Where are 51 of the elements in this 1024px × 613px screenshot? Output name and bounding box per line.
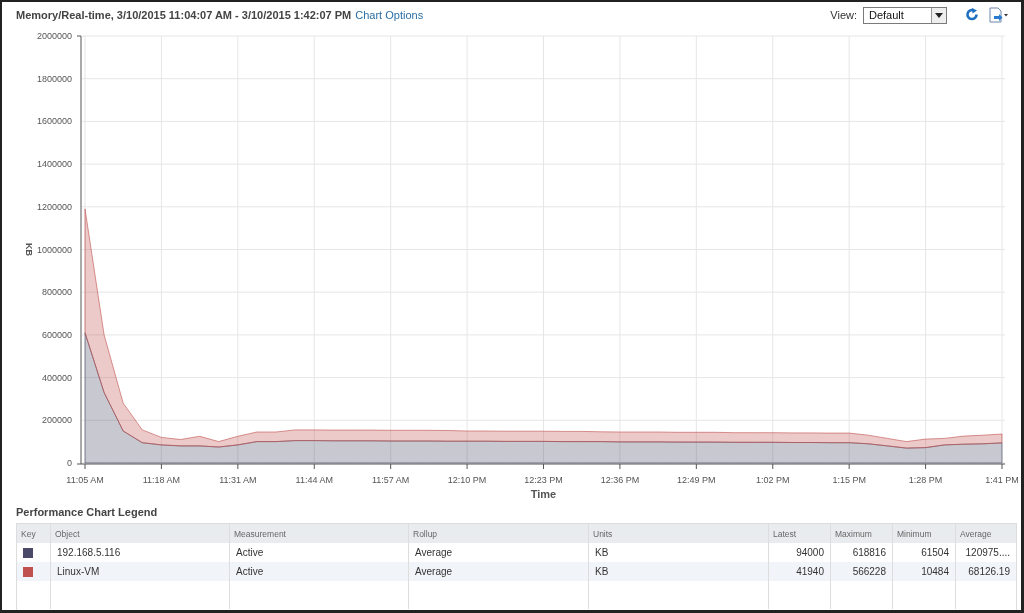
export-icon[interactable] <box>989 7 1009 23</box>
column-header: Key <box>20 527 37 541</box>
x-axis-title: Time <box>530 488 557 500</box>
y-tick-label: 2000000 <box>36 31 72 41</box>
x-tick-label: 1:02 PM <box>756 475 790 485</box>
refresh-icon[interactable] <box>965 8 979 22</box>
y-tick-label: 200000 <box>41 415 72 426</box>
y-tick-label: 600000 <box>41 329 72 340</box>
x-tick-label: 11:18 AM <box>142 475 181 485</box>
table-cell: Average <box>408 562 588 581</box>
y-tick-label: 400000 <box>41 372 72 383</box>
column-header: Latest <box>768 524 830 543</box>
x-tick-label: 12:49 PM <box>677 475 716 485</box>
x-tick-label: 11:44 AM <box>295 475 333 485</box>
column-header: Maximum <box>830 524 892 543</box>
x-tick-label: 11:31 AM <box>219 475 257 485</box>
caret-icon <box>935 12 943 18</box>
column-header: Object <box>50 524 229 543</box>
y-tick-label: 1400000 <box>36 159 72 170</box>
chart-title: Memory/Real-time, 3/10/2015 11:04:07 AM - 3/10/2015 1:42:07 PM <box>16 9 352 21</box>
table-cell: 41940 <box>768 562 830 581</box>
x-tick-label: 12:36 PM <box>600 475 640 485</box>
y-axis-title: KB <box>24 243 34 256</box>
view-dropdown[interactable]: Default <box>863 6 947 24</box>
column-header: Units <box>588 524 768 543</box>
chart-options-link[interactable]: Chart Options <box>355 9 424 21</box>
column-header: Rollup <box>408 524 588 543</box>
column-header: Minimum <box>892 524 955 543</box>
table-cell: Linux-VM <box>50 562 229 581</box>
column-header: Measurement <box>229 524 408 543</box>
y-tick-label: 1600000 <box>36 116 72 127</box>
x-tick-label: 1:15 PM <box>832 475 866 485</box>
table-cell: 68126.19 <box>955 562 1016 581</box>
legend-title: Performance Chart Legend <box>15 505 158 520</box>
view-label: View: <box>830 9 857 21</box>
y-tick-label: 0 <box>67 458 72 468</box>
table-cell: Active <box>229 562 408 581</box>
y-tick-label: 1800000 <box>36 73 72 84</box>
y-tick-label: 1000000 <box>36 244 72 255</box>
column-header: Average <box>955 524 1016 543</box>
y-tick-label: 1200000 <box>36 201 72 212</box>
table-cell: KB <box>588 562 768 581</box>
x-tick-label: 1:28 PM <box>908 475 943 485</box>
x-tick-label: 11:05 AM <box>66 475 104 485</box>
x-tick-label: 12:10 PM <box>447 475 487 485</box>
table-cell: 10484 <box>892 562 955 581</box>
x-tick-label: 12:23 PM <box>524 475 563 485</box>
x-tick-label: 1:41 PM <box>985 475 1019 485</box>
y-tick-label: 800000 <box>41 287 72 298</box>
table-cell: 566228 <box>830 562 892 581</box>
x-tick-label: 11:57 AM <box>372 475 410 485</box>
